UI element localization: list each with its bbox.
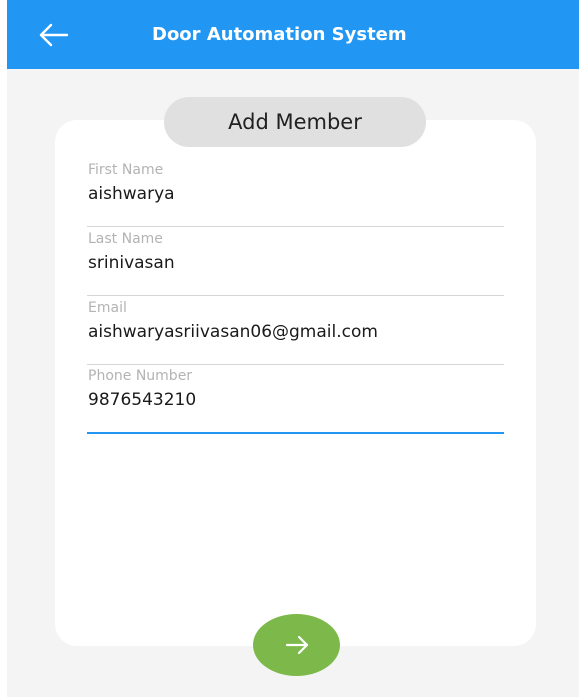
first-name-label: First Name — [88, 162, 164, 178]
email-field[interactable]: Email aishwaryasriivasan06@gmail.com — [87, 300, 504, 365]
add-member-screen: Door Automation System Add Member First … — [0, 0, 579, 697]
card-title: Add Member — [164, 97, 426, 147]
app-title: Door Automation System — [152, 24, 407, 45]
last-name-field[interactable]: Last Name srinivasan — [87, 231, 504, 296]
back-button[interactable] — [37, 20, 71, 50]
email-label: Email — [88, 300, 127, 316]
last-name-value: srinivasan — [88, 253, 175, 273]
submit-button[interactable] — [253, 614, 340, 676]
phone-number-value: 9876543210 — [88, 390, 197, 410]
phone-number-field[interactable]: Phone Number 9876543210 — [87, 368, 504, 434]
first-name-value: aishwarya — [88, 184, 175, 204]
first-name-field[interactable]: First Name aishwarya — [87, 162, 504, 227]
email-value: aishwaryasriivasan06@gmail.com — [88, 322, 378, 342]
last-name-label: Last Name — [88, 231, 163, 247]
phone-number-label: Phone Number — [88, 368, 193, 384]
arrow-left-icon — [37, 20, 71, 50]
